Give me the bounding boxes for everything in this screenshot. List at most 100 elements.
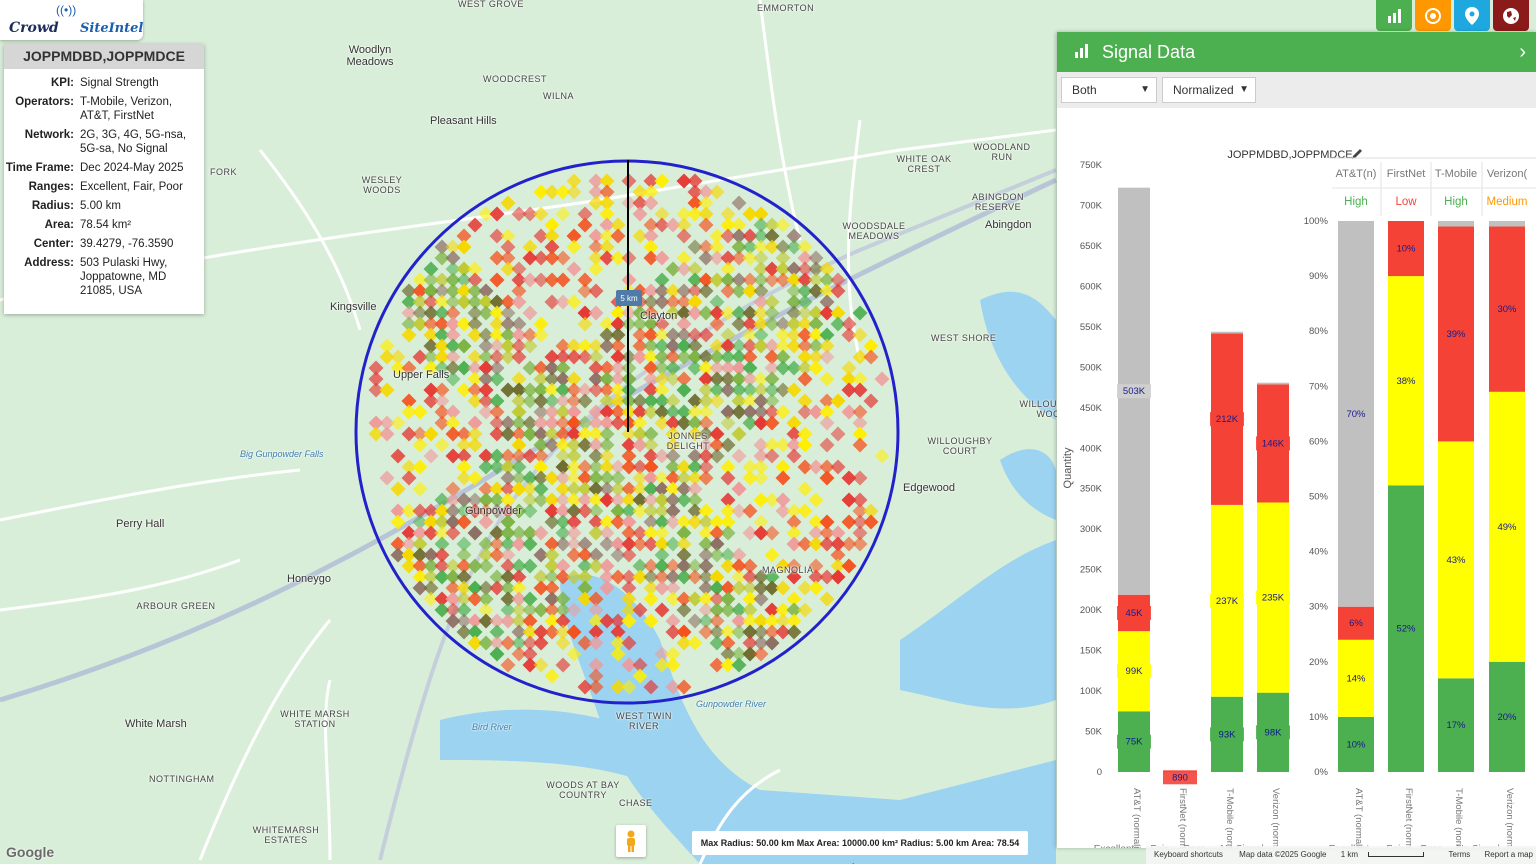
- globe-icon: [1503, 8, 1519, 24]
- target-button[interactable]: [1415, 0, 1451, 31]
- map-data-attribution: Map data ©2025 Google: [1239, 850, 1327, 859]
- x-tick-label: T-Mobile (normalized): [1224, 788, 1235, 848]
- info-value: 503 Pulaski Hwy, Joppatowne, MD 21085, U…: [80, 257, 168, 297]
- map-place-label: JONNES DELIGHT: [666, 431, 710, 451]
- info-key: Radius:: [31, 200, 74, 212]
- info-value: Excellent, Fair, Poor: [80, 181, 183, 193]
- map-place-label: Gunpowder River: [696, 699, 767, 709]
- y-tick-label: 10%: [1309, 712, 1329, 723]
- chevron-right-icon[interactable]: ›: [1519, 32, 1526, 72]
- info-value: 78.54 km²: [80, 219, 132, 231]
- data-label: 14%: [1346, 673, 1366, 684]
- y-tick-label: 550K: [1080, 322, 1103, 333]
- y-tick-label: 200K: [1080, 605, 1103, 616]
- panel-header: Signal Data ›: [1057, 32, 1536, 72]
- x-tick-label: FirstNet (normalized): [1177, 788, 1188, 848]
- operator-header: Verizon(: [1487, 168, 1528, 180]
- map-place-label: Bird River: [472, 722, 512, 732]
- data-label: 10%: [1396, 244, 1416, 255]
- map-pin-icon: [1465, 7, 1479, 25]
- signal-charts: JOPPMDBD,JOPPMDCE 0 50K 100K 150K 200K 250K 300…: [1062, 149, 1536, 848]
- info-row: Ranges: Excellent, Fair, Poor: [4, 179, 204, 198]
- y-tick-label: 700K: [1080, 200, 1103, 211]
- operator-filter-value: Both: [1072, 83, 1097, 97]
- map-place-label: WEST TWIN RIVER: [616, 711, 672, 731]
- info-row: Operators: T-Mobile, Verizon, AT&T, First…: [4, 94, 204, 127]
- signal-wave-icon: ((•)): [56, 3, 77, 17]
- keyboard-shortcuts-link[interactable]: Keyboard shortcuts: [1154, 850, 1223, 859]
- scale-bar: [1368, 852, 1425, 858]
- map-place-label: WILLOUGHBY COURT: [927, 436, 993, 456]
- info-value: Signal Strength: [80, 77, 159, 89]
- y-tick-label: 60%: [1309, 436, 1329, 447]
- bar-segment: [1257, 382, 1289, 385]
- info-key: Area:: [44, 219, 74, 231]
- signal-data-panel: Signal Data › Both ▼ Normalized ▼ JOPPMD…: [1057, 32, 1536, 848]
- data-label: 49%: [1497, 522, 1517, 533]
- globe-button[interactable]: [1493, 0, 1529, 31]
- data-label: 890: [1172, 772, 1188, 783]
- legend-label: Excellent: [1094, 844, 1135, 848]
- info-key: KPI:: [51, 77, 74, 89]
- map-place-label: WOODCREST: [483, 74, 547, 84]
- info-value: 5.00 km: [80, 200, 121, 212]
- y-axis-label: Quantity: [1062, 447, 1074, 488]
- target-icon: [1425, 8, 1441, 24]
- map-place-label: WESLEY WOODS: [361, 175, 403, 195]
- data-label: 98K: [1265, 727, 1283, 738]
- location-button[interactable]: [1454, 0, 1490, 31]
- operator-rating: High: [1344, 196, 1368, 208]
- map-place-label: Abingdon: [985, 219, 1032, 231]
- info-value: 39.4279, -76.3590: [80, 238, 174, 250]
- map-place-label: EMMORTON: [757, 3, 815, 13]
- chart-button[interactable]: [1376, 0, 1412, 31]
- map-place-label: Upper Falls: [393, 369, 450, 381]
- app-logo[interactable]: ((•)) Crowd SiteIntel: [0, 0, 143, 40]
- panel-title: Signal Data: [1102, 42, 1196, 62]
- info-row: Radius: 5.00 km: [4, 198, 204, 217]
- y-tick-label: 150K: [1080, 646, 1103, 657]
- map-place-label: Honeygo: [287, 573, 332, 585]
- data-label: 237K: [1216, 596, 1239, 607]
- radius-stats-bar: Max Radius: 50.00 km Max Area: 10000.00 …: [692, 831, 1028, 864]
- info-row: Time Frame: Dec 2024-May 2025: [4, 160, 204, 179]
- chevron-down-icon: ▼: [1140, 84, 1150, 95]
- map-place-label: Edgewood: [903, 482, 955, 494]
- map-place-label: WHITEMARSH ESTATES: [252, 825, 320, 845]
- operator-filter-select[interactable]: Both ▼: [1061, 77, 1157, 103]
- info-key: Time Frame:: [5, 162, 74, 174]
- bar-segment: [1438, 221, 1474, 227]
- app-root: 5 km WEST GROVE EMMORTON Woodlyn Meadows WO…: [0, 0, 1536, 864]
- map-place-label: ABINGDON RESERVE: [971, 192, 1024, 212]
- mode-select[interactable]: Normalized ▼: [1162, 77, 1256, 103]
- y-tick-label: 20%: [1309, 657, 1329, 668]
- info-row: Center: 39.4279, -76.3590: [4, 236, 204, 255]
- info-title: JOPPMDBD,JOPPMDCE: [4, 44, 204, 69]
- data-label: 10%: [1346, 739, 1366, 750]
- data-label: 52%: [1396, 624, 1416, 635]
- map-place-label: Kingsville: [330, 301, 377, 313]
- data-label: 235K: [1262, 593, 1285, 604]
- y-tick-label: 350K: [1080, 484, 1103, 495]
- y-tick-label: 30%: [1309, 602, 1329, 613]
- data-label: 503K: [1123, 386, 1146, 397]
- y-tick-label: 450K: [1080, 403, 1103, 414]
- info-row: Network: 2G, 3G, 4G, 5G-nsa, 5G-sa, No Si…: [4, 127, 204, 160]
- data-label: 146K: [1262, 438, 1285, 449]
- street-view-pegman-icon[interactable]: [616, 825, 646, 857]
- y-tick-label: 50K: [1085, 727, 1103, 738]
- y-tick-label: 750K: [1080, 160, 1103, 171]
- terms-link[interactable]: Terms: [1449, 850, 1471, 859]
- operator-rating: Low: [1395, 196, 1417, 208]
- map-place-label: WOODLAND RUN: [973, 142, 1031, 162]
- x-tick-label: Verizon (normalized): [1504, 788, 1515, 848]
- google-logo: Google: [6, 844, 55, 860]
- operator-rating: High: [1444, 196, 1468, 208]
- logo-text-crowd: Crowd: [9, 20, 59, 36]
- info-key: Center:: [33, 238, 74, 250]
- info-value: Dec 2024-May 2025: [80, 162, 184, 174]
- data-label: 39%: [1446, 329, 1466, 340]
- map-place-label: NOTTINGHAM: [149, 774, 215, 784]
- y-tick-label: 100%: [1304, 216, 1329, 227]
- x-tick-label: AT&T (normalized): [1353, 788, 1364, 848]
